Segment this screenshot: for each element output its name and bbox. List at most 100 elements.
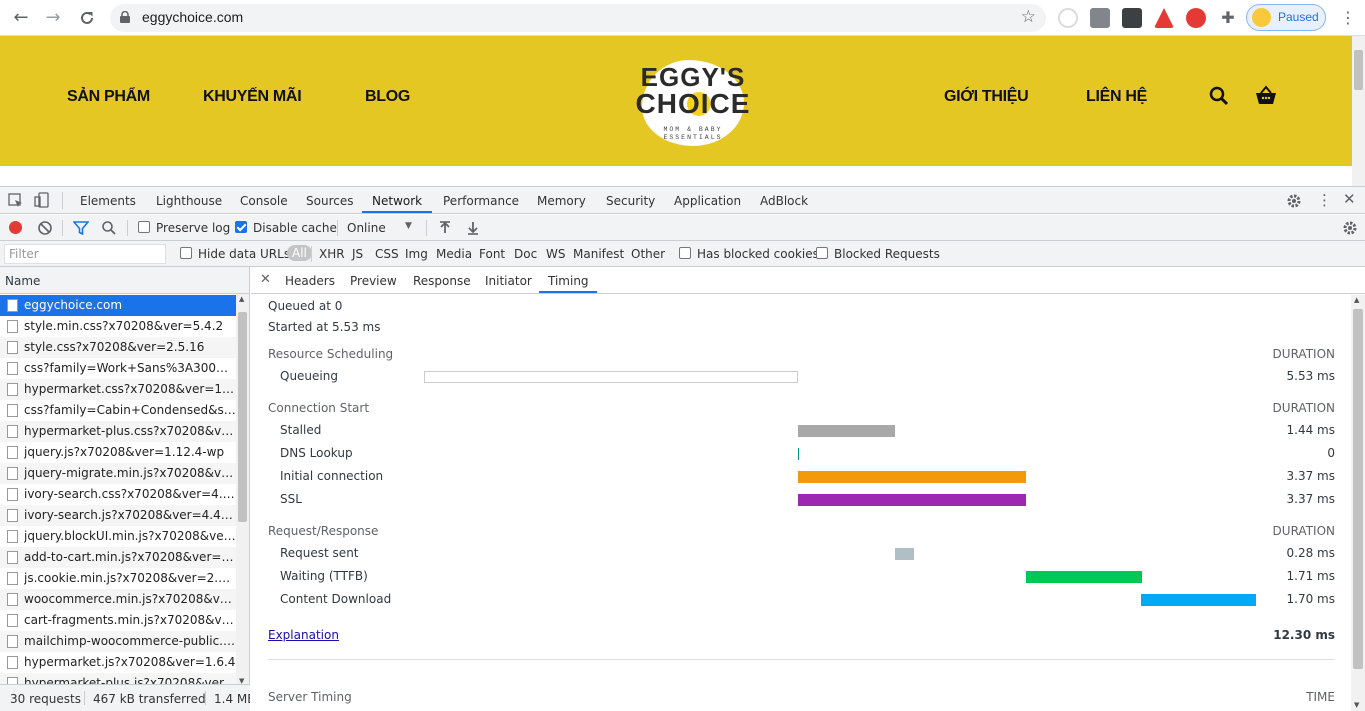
blocked-requests-checkbox[interactable] xyxy=(816,247,828,259)
type-filter-media[interactable]: Media xyxy=(436,247,472,261)
nav-lien-he[interactable]: LIÊN HỆ xyxy=(1086,88,1147,106)
request-list-header[interactable]: Name xyxy=(0,267,249,294)
request-row[interactable]: hypermarket.js?x70208&ver=1.6.4 xyxy=(0,652,236,673)
request-row[interactable]: js.cookie.min.js?x70208&ver=2.1.4 xyxy=(0,568,236,589)
close-detail-icon[interactable]: ✕ xyxy=(260,272,271,287)
timing-row-duration: 0 xyxy=(1327,446,1335,460)
extensions-puzzle-icon[interactable]: ✚ xyxy=(1218,8,1238,28)
profile-paused-button[interactable]: Paused xyxy=(1246,4,1326,31)
request-row[interactable]: style.css?x70208&ver=2.5.16 xyxy=(0,337,236,358)
type-filter-js[interactable]: JS xyxy=(352,247,363,261)
type-filter-ws[interactable]: WS xyxy=(546,247,565,261)
nav-san-pham[interactable]: SẢN PHẨM xyxy=(67,88,150,106)
tab-sources[interactable]: Sources xyxy=(306,194,353,208)
device-toolbar-icon[interactable] xyxy=(34,192,50,208)
google-extension-icon[interactable] xyxy=(1058,8,1078,28)
import-har-icon[interactable] xyxy=(437,220,453,236)
request-row[interactable]: ivory-search.js?x70208&ver=4.4.10 xyxy=(0,505,236,526)
type-filter-font[interactable]: Font xyxy=(479,247,505,261)
tab-application[interactable]: Application xyxy=(674,194,741,208)
scroll-up-icon[interactable]: ▲ xyxy=(239,295,244,303)
request-row[interactable]: css?family=Work+Sans%3A300%2C400%2C500 xyxy=(0,358,236,379)
site-logo[interactable]: EGGY'S CHOICE MOM & BABY ESSENTIALS xyxy=(628,54,758,149)
address-bar[interactable]: eggychoice.com ☆ xyxy=(110,4,1046,32)
clear-icon[interactable] xyxy=(37,220,53,236)
request-row[interactable]: hypermarket.css?x70208&ver=1.6.4 xyxy=(0,379,236,400)
reload-icon[interactable] xyxy=(75,6,99,30)
detail-tab-preview[interactable]: Preview xyxy=(350,274,397,288)
hide-data-urls-checkbox[interactable] xyxy=(180,247,192,259)
request-row[interactable]: eggychoice.com xyxy=(0,295,236,316)
settings-gear-icon[interactable] xyxy=(1286,193,1302,209)
type-filter-xhr[interactable]: XHR xyxy=(319,247,345,261)
request-row[interactable]: ivory-search.css?x70208&ver=4.4.10 xyxy=(0,484,236,505)
request-row[interactable]: add-to-cart.min.js?x70208&ver=4.2.0 xyxy=(0,547,236,568)
tab-performance[interactable]: Performance xyxy=(443,194,519,208)
ruler-extension-icon[interactable] xyxy=(1122,8,1142,28)
record-icon[interactable] xyxy=(9,221,22,234)
tab-network[interactable]: Network xyxy=(372,194,422,208)
search-network-icon[interactable] xyxy=(101,220,117,236)
detail-scroll-up-icon[interactable]: ▲ xyxy=(1354,296,1359,304)
request-row[interactable]: mailchimp-woocommerce-public.min.js xyxy=(0,631,236,652)
explanation-link[interactable]: Explanation xyxy=(268,628,339,642)
filter-funnel-icon[interactable] xyxy=(73,220,89,236)
request-row[interactable]: jquery.blockUI.min.js?x70208&ver=2.70 xyxy=(0,526,236,547)
request-row[interactable]: cart-fragments.min.js?x70208&ver=4.2.0 xyxy=(0,610,236,631)
nav-blog[interactable]: BLOG xyxy=(365,88,410,106)
tab-elements[interactable]: Elements xyxy=(80,194,136,208)
network-settings-gear-icon[interactable] xyxy=(1342,220,1358,236)
detail-tab-headers[interactable]: Headers xyxy=(285,274,335,288)
tab-adblock[interactable]: AdBlock xyxy=(760,194,808,208)
browser-menu-icon[interactable]: ⋮ xyxy=(1340,8,1356,27)
has-blocked-cookies-checkbox[interactable] xyxy=(679,247,691,259)
camera-extension-icon[interactable] xyxy=(1090,8,1110,28)
detail-tab-response[interactable]: Response xyxy=(413,274,471,288)
type-filter-img[interactable]: Img xyxy=(405,247,428,261)
request-row[interactable]: jquery.js?x70208&ver=1.12.4-wp xyxy=(0,442,236,463)
detail-scroll-down-icon[interactable]: ▼ xyxy=(1354,701,1359,709)
scrollbar-thumb[interactable] xyxy=(238,312,247,522)
filter-input[interactable]: Filter xyxy=(4,244,166,264)
throttling-select[interactable]: Online xyxy=(347,221,386,235)
detail-scrollbar[interactable]: ▲ ▼ xyxy=(1351,295,1365,711)
disable-cache-checkbox[interactable] xyxy=(235,221,247,233)
timing-view: Queued at 0 Started at 5.53 ms Explanati… xyxy=(251,295,1351,711)
type-filter-manifest[interactable]: Manifest xyxy=(573,247,624,261)
detail-scrollbar-thumb[interactable] xyxy=(1353,309,1363,669)
nav-khuyen-mai[interactable]: KHUYẾN MÃI xyxy=(203,88,302,106)
request-row[interactable]: style.min.css?x70208&ver=5.4.2 xyxy=(0,316,236,337)
page-scrollbar[interactable] xyxy=(1352,36,1365,186)
type-filter-css[interactable]: CSS xyxy=(375,247,399,261)
search-icon[interactable] xyxy=(1207,84,1231,108)
back-icon[interactable]: ← xyxy=(9,6,33,30)
timing-section-title: Resource Scheduling xyxy=(268,347,394,361)
inspect-element-icon[interactable] xyxy=(8,193,24,209)
tab-lighthouse[interactable]: Lighthouse xyxy=(156,194,222,208)
request-list-scrollbar[interactable]: ▲ ▼ xyxy=(236,294,249,687)
request-row[interactable]: woocommerce.min.js?x70208&ver=4.2.0 xyxy=(0,589,236,610)
type-filter-other[interactable]: Other xyxy=(631,247,665,261)
tab-console[interactable]: Console xyxy=(240,194,288,208)
profile-status: Paused xyxy=(1278,10,1319,24)
type-filter-doc[interactable]: Doc xyxy=(514,247,537,261)
cart-basket-icon[interactable] xyxy=(1254,84,1278,108)
throttling-dropdown-icon[interactable]: ▼ xyxy=(405,221,412,231)
request-row[interactable]: jquery-migrate.min.js?x70208&ver=1.4.1 xyxy=(0,463,236,484)
export-har-icon[interactable] xyxy=(465,220,481,236)
tab-security[interactable]: Security xyxy=(606,194,655,208)
bookmark-star-icon[interactable]: ☆ xyxy=(1021,7,1036,27)
forward-icon[interactable]: → xyxy=(41,6,65,30)
opera-extension-icon[interactable] xyxy=(1186,8,1206,28)
tab-memory[interactable]: Memory xyxy=(537,194,586,208)
close-devtools-icon[interactable]: ✕ xyxy=(1343,190,1356,208)
flag-extension-icon[interactable] xyxy=(1154,8,1174,28)
request-row[interactable]: css?family=Cabin+Condensed&subset=latin xyxy=(0,400,236,421)
devtools-menu-icon[interactable]: ⋮ xyxy=(1317,191,1332,209)
preserve-log-checkbox[interactable] xyxy=(138,221,150,233)
type-filter-all[interactable]: All xyxy=(287,245,312,261)
request-row[interactable]: hypermarket-plus.css?x70208&ver=1.9.7 xyxy=(0,421,236,442)
nav-gioi-thieu[interactable]: GIỚI THIỆU xyxy=(944,88,1029,106)
detail-tab-timing[interactable]: Timing xyxy=(548,274,589,288)
detail-tab-initiator[interactable]: Initiator xyxy=(485,274,532,288)
